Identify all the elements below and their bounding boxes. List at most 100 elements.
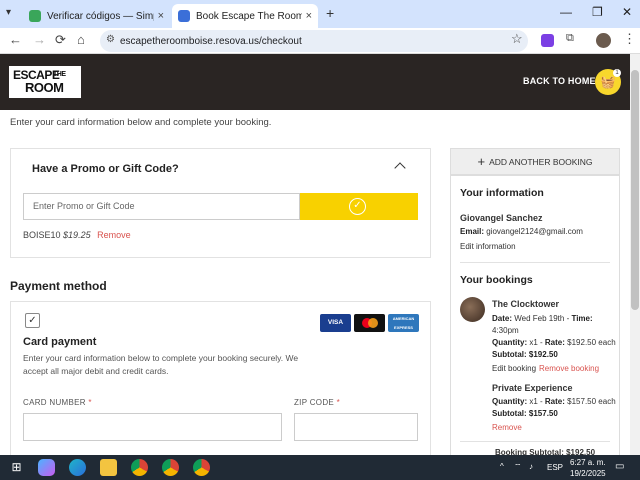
close-window-icon[interactable]: ✕ bbox=[622, 5, 632, 19]
booking-subtotal-partial: Booking Subtotal: $192.50 bbox=[495, 448, 596, 455]
back-icon[interactable]: ← bbox=[9, 32, 22, 47]
url-text[interactable]: escapetheroomboise.resova.us/checkout bbox=[120, 36, 302, 47]
card-number-label: CARD NUMBER * bbox=[23, 398, 92, 407]
tab-escape-room[interactable]: Book Escape The Room Boise × bbox=[172, 4, 318, 28]
payment-method-title: Payment method bbox=[10, 279, 107, 293]
bookmark-star-icon[interactable]: ☆ bbox=[511, 31, 523, 47]
language-indicator[interactable]: ESP bbox=[547, 463, 563, 472]
simplycodes-icon bbox=[29, 10, 41, 22]
address-bar[interactable]: escapetheroomboise.resova.us/checkout bbox=[100, 30, 528, 52]
required-mark: * bbox=[336, 398, 340, 407]
zip-code-label: ZIP CODE * bbox=[294, 398, 340, 407]
checkout-intro: Enter your card information below and co… bbox=[10, 117, 272, 128]
promo-code-input[interactable]: Enter Promo or Gift Code bbox=[23, 193, 300, 220]
rate-value: $157.50 each bbox=[567, 397, 616, 406]
zip-code-label-text: ZIP CODE bbox=[294, 398, 335, 407]
tab-title: Book Escape The Room Boise bbox=[196, 10, 302, 22]
card-payment-description: Enter your card information below to com… bbox=[23, 353, 299, 376]
chrome-profile-icon[interactable] bbox=[193, 459, 210, 476]
mastercard-icon bbox=[354, 314, 385, 332]
subtotal-value: $157.50 bbox=[528, 409, 558, 418]
required-mark: * bbox=[88, 398, 92, 407]
promo-title[interactable]: Have a Promo or Gift Code? bbox=[32, 163, 179, 175]
card-number-field[interactable] bbox=[23, 413, 282, 441]
forward-icon[interactable]: → bbox=[33, 32, 46, 47]
network-icon[interactable]: ⌔ bbox=[514, 462, 522, 472]
applied-code: BOISE10 bbox=[23, 230, 61, 240]
menu-dots-icon[interactable]: ⋮ bbox=[623, 31, 636, 47]
booking-thumbnail bbox=[460, 297, 485, 322]
subtotal-value: $192.50 bbox=[528, 350, 558, 359]
edge-icon[interactable] bbox=[69, 459, 86, 476]
sidebar-divider bbox=[460, 441, 610, 442]
edit-information-link[interactable]: Edit information bbox=[460, 241, 516, 253]
browser-tab-bar: ▾ Verificar códigos — SimplyCodes × Book… bbox=[0, 0, 640, 28]
visa-icon: VISA bbox=[320, 314, 351, 332]
applied-promo: BOISE10 $19.25 Remove bbox=[23, 230, 131, 240]
site-logo[interactable]: ESCAPE THE ROOM bbox=[9, 66, 81, 98]
close-tab-icon[interactable]: × bbox=[158, 10, 164, 22]
card-number-label-text: CARD NUMBER bbox=[23, 398, 86, 407]
tray-chevron-icon[interactable]: ^ bbox=[500, 462, 504, 471]
tab-search-icon[interactable]: ▾ bbox=[6, 7, 11, 18]
browser-toolbar: ← → ⟳ ⌂ escapetheroomboise.resova.us/che… bbox=[0, 28, 640, 54]
sidebar-divider bbox=[460, 262, 610, 263]
back-to-home-link[interactable]: BACK TO HOME bbox=[523, 76, 596, 86]
clock-date[interactable]: 19/2/2025 bbox=[570, 469, 606, 478]
your-information-title: Your information bbox=[460, 187, 544, 199]
quantity-value: x1 bbox=[529, 338, 538, 347]
email-value: giovangel2124@gmail.com bbox=[486, 227, 583, 236]
quantity-label: Quantity: bbox=[492, 338, 528, 347]
customer-email: Email: giovangel2124@gmail.com bbox=[460, 226, 583, 238]
card-payment-title: Card payment bbox=[23, 336, 97, 348]
site-info-icon[interactable]: ⚙ bbox=[106, 34, 115, 45]
booking-time: 4:30pm bbox=[492, 326, 519, 335]
reload-icon[interactable]: ⟳ bbox=[55, 32, 66, 48]
extensions-puzzle-icon[interactable]: ⧉ bbox=[566, 32, 574, 45]
add-another-booking-button[interactable]: + ADD ANOTHER BOOKING bbox=[450, 148, 620, 175]
edit-booking-link[interactable]: Edit booking bbox=[492, 363, 536, 375]
booking-name: The Clocktower bbox=[492, 299, 560, 309]
tab-title: Verificar códigos — SimplyCodes bbox=[47, 10, 154, 22]
clock-time[interactable]: 6:27 a. m. bbox=[570, 458, 606, 467]
volume-icon[interactable]: ♪ bbox=[529, 462, 533, 471]
rate-label: Rate: bbox=[544, 338, 565, 347]
checkout-content: Enter your card information below and co… bbox=[0, 110, 630, 455]
resova-icon bbox=[178, 10, 190, 22]
date-value: Wed Feb 19th bbox=[514, 314, 565, 323]
subtotal-label: Subtotal: bbox=[492, 350, 527, 359]
apply-promo-button[interactable]: ✓ bbox=[300, 193, 418, 220]
profile-avatar[interactable] bbox=[596, 33, 611, 48]
windows-taskbar: ⊞ ^ ⌔ ♪ ESP 6:27 a. m. 19/2/2025 ▭ bbox=[0, 455, 640, 480]
windows-start-icon[interactable]: ⊞ bbox=[8, 459, 25, 476]
scrollbar-thumb[interactable] bbox=[631, 70, 639, 310]
remove-booking-link[interactable]: Remove bbox=[492, 422, 522, 434]
booking-date: Date: Wed Feb 19th - Time: bbox=[492, 314, 593, 323]
chrome-profile-icon[interactable] bbox=[162, 459, 179, 476]
rate-label: Rate: bbox=[544, 397, 565, 406]
remove-promo-link[interactable]: Remove bbox=[97, 230, 131, 240]
tab-simplycodes[interactable]: Verificar códigos — SimplyCodes × bbox=[23, 4, 170, 28]
close-tab-icon[interactable]: × bbox=[306, 10, 312, 22]
notifications-icon[interactable]: ▭ bbox=[615, 461, 624, 472]
your-bookings-title: Your bookings bbox=[460, 274, 533, 286]
card-payment-checkbox[interactable]: ✓ bbox=[25, 313, 40, 328]
amex-icon: AMERICAN EXPRESS bbox=[388, 314, 419, 332]
quantity-value: x1 bbox=[529, 397, 538, 406]
home-icon[interactable]: ⌂ bbox=[77, 32, 85, 47]
minimize-icon[interactable]: — bbox=[560, 5, 572, 19]
extension-a-icon[interactable] bbox=[541, 34, 554, 47]
restore-icon[interactable]: ❐ bbox=[592, 5, 603, 19]
checkmark-icon: ✓ bbox=[349, 198, 366, 215]
remove-booking-link[interactable]: Remove booking bbox=[539, 363, 599, 375]
customer-name: Giovangel Sanchez bbox=[460, 213, 543, 223]
quantity-label: Quantity: bbox=[492, 397, 528, 406]
new-tab-button[interactable]: + bbox=[326, 5, 334, 21]
copilot-icon[interactable] bbox=[38, 459, 55, 476]
time-label: Time: bbox=[571, 314, 593, 323]
chrome-icon[interactable] bbox=[131, 459, 148, 476]
logo-line2: ROOM bbox=[25, 80, 64, 95]
zip-code-field[interactable] bbox=[294, 413, 418, 441]
rate-value: $192.50 each bbox=[567, 338, 616, 347]
file-explorer-icon[interactable] bbox=[100, 459, 117, 476]
